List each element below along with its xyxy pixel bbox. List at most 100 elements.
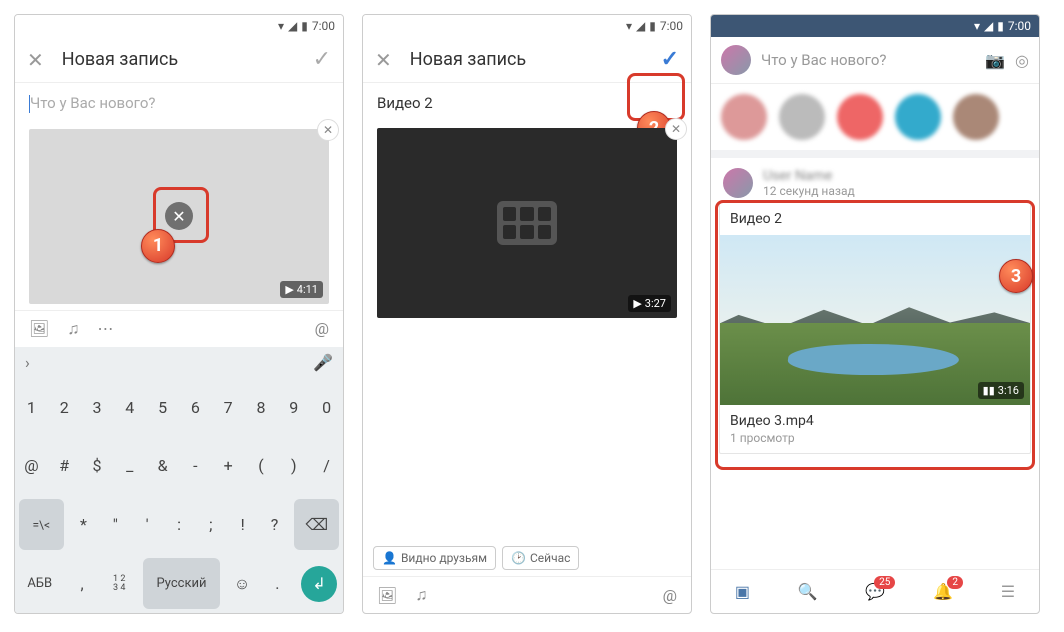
key[interactable]: ;: [195, 495, 227, 554]
key-abc[interactable]: АБВ: [15, 554, 64, 613]
key[interactable]: (: [245, 437, 278, 496]
key-enter[interactable]: ↲: [301, 566, 337, 602]
key[interactable]: ': [131, 495, 163, 554]
compose-prompt[interactable]: Что у Вас нового?: [761, 51, 975, 69]
key[interactable]: 0: [310, 378, 343, 437]
bottom-nav: ▣ 🔍 💬25 🔔2 ☰: [711, 569, 1039, 613]
kb-nav-icon[interactable]: ›: [25, 353, 30, 372]
story-item[interactable]: [721, 94, 767, 140]
kb-row-3: =\< *"':;!?⌫: [15, 495, 343, 554]
video-post-card[interactable]: Видео 2 ▮▮ 3:16 Видео 3.mp4 1 просмотр: [719, 202, 1031, 454]
key[interactable]: #: [48, 437, 81, 496]
key[interactable]: -: [179, 437, 212, 496]
key[interactable]: 3: [81, 378, 114, 437]
key-comma[interactable]: ,: [64, 554, 99, 613]
key[interactable]: !: [227, 495, 259, 554]
post-time: 12 секунд назад: [763, 184, 855, 198]
key[interactable]: 9: [277, 378, 310, 437]
confirm-icon[interactable]: ✓: [313, 47, 331, 72]
film-icon: [497, 201, 557, 245]
key[interactable]: 8: [245, 378, 278, 437]
post-author-avatar[interactable]: [723, 168, 753, 198]
key[interactable]: ": [99, 495, 131, 554]
clock: 7:00: [660, 19, 683, 33]
key[interactable]: *: [68, 495, 100, 554]
notifications-tab-icon[interactable]: 🔔2: [933, 582, 953, 601]
close-icon[interactable]: ✕: [27, 48, 44, 72]
story-item[interactable]: [779, 94, 825, 140]
post-author-name[interactable]: User Name: [763, 168, 855, 184]
remove-attachment-icon[interactable]: ✕: [317, 119, 339, 141]
mention-icon[interactable]: @: [663, 586, 677, 605]
key-sym[interactable]: =\<: [19, 499, 64, 550]
story-item[interactable]: [953, 94, 999, 140]
key[interactable]: +: [212, 437, 245, 496]
cancel-upload-icon[interactable]: ✕: [165, 202, 193, 230]
menu-tab-icon[interactable]: ☰: [1001, 582, 1015, 601]
duration-badge: ▶ 4:11: [280, 281, 323, 298]
key[interactable]: 7: [212, 378, 245, 437]
duration-badge: ▮▮ 3:16: [978, 382, 1024, 399]
key[interactable]: 6: [179, 378, 212, 437]
key[interactable]: ?: [259, 495, 291, 554]
callout-badge-3: 3: [999, 259, 1033, 293]
video-thumbnail[interactable]: ▮▮ 3:16: [720, 235, 1030, 405]
story-item[interactable]: [895, 94, 941, 140]
search-tab-icon[interactable]: 🔍: [798, 582, 818, 601]
key-emoji[interactable]: ☺: [224, 554, 259, 613]
post-options: 👤Видно друзьям 🕑Сейчас: [363, 540, 691, 576]
key[interactable]: /: [310, 437, 343, 496]
signal-icon: ◢: [984, 19, 993, 33]
key[interactable]: ): [277, 437, 310, 496]
key[interactable]: @: [15, 437, 48, 496]
key[interactable]: 2: [48, 378, 81, 437]
key[interactable]: 5: [146, 378, 179, 437]
key[interactable]: &: [146, 437, 179, 496]
key-dot[interactable]: .: [260, 554, 295, 613]
battery-icon: ▮: [997, 19, 1004, 33]
music-icon[interactable]: ♫: [415, 585, 427, 605]
view-count: 1 просмотр: [730, 431, 1020, 445]
privacy-chip[interactable]: 👤Видно друзьям: [373, 546, 496, 570]
placeholder-text: Что у Вас нового?: [30, 94, 155, 112]
video-attachment[interactable]: ✕ ✕ 1 ▶ 4:11: [29, 129, 329, 304]
user-avatar[interactable]: [721, 45, 751, 75]
live-icon[interactable]: ◎: [1015, 51, 1029, 70]
schedule-chip[interactable]: 🕑Сейчас: [502, 546, 579, 570]
music-icon[interactable]: ♫: [67, 319, 79, 339]
more-icon[interactable]: ⋯: [97, 319, 113, 338]
messages-badge: 25: [874, 576, 895, 589]
messages-tab-icon[interactable]: 💬25: [865, 582, 885, 601]
screen-1: ▾ ◢ ▮ 7:00 ✕ Новая запись ✓ Что у Вас но…: [14, 14, 344, 614]
key-lang[interactable]: Русский: [143, 558, 221, 609]
attach-toolbar: 🖼 ♫ ⋯ @: [15, 310, 343, 347]
mic-icon[interactable]: 🎤: [313, 353, 333, 372]
close-icon[interactable]: ✕: [375, 48, 392, 72]
kb-row-4: АБВ , 1 23 4 Русский ☺ . ↲: [15, 554, 343, 613]
video-filename: Видео 3.mp4: [730, 413, 1020, 429]
key[interactable]: $: [81, 437, 114, 496]
clock: 7:00: [312, 19, 335, 33]
key[interactable]: :: [163, 495, 195, 554]
video-title: Видео 2: [720, 203, 1030, 235]
key-numpad[interactable]: 1 23 4: [100, 554, 139, 613]
signal-icon: ◢: [288, 19, 297, 33]
gallery-icon[interactable]: 🖼: [29, 319, 49, 338]
wifi-icon: ▾: [974, 19, 980, 33]
remove-attachment-icon[interactable]: ✕: [665, 118, 687, 140]
camera-icon[interactable]: 📷: [985, 51, 1005, 70]
key[interactable]: _: [113, 437, 146, 496]
video-attachment[interactable]: ✕ ▶ 3:27: [377, 128, 677, 318]
mention-icon[interactable]: @: [315, 319, 329, 338]
news-tab-icon[interactable]: ▣: [735, 582, 750, 601]
backspace-key[interactable]: ⌫: [294, 499, 339, 550]
post-text-input[interactable]: Что у Вас нового?: [15, 83, 343, 123]
key[interactable]: 1: [15, 378, 48, 437]
confirm-icon[interactable]: ✓: [661, 47, 679, 72]
notif-badge: 2: [947, 576, 963, 589]
key[interactable]: 4: [113, 378, 146, 437]
status-bar: ▾ ◢ ▮ 7:00: [363, 15, 691, 37]
story-item[interactable]: [837, 94, 883, 140]
page-title: Новая запись: [62, 49, 295, 70]
gallery-icon[interactable]: 🖼: [377, 586, 397, 605]
